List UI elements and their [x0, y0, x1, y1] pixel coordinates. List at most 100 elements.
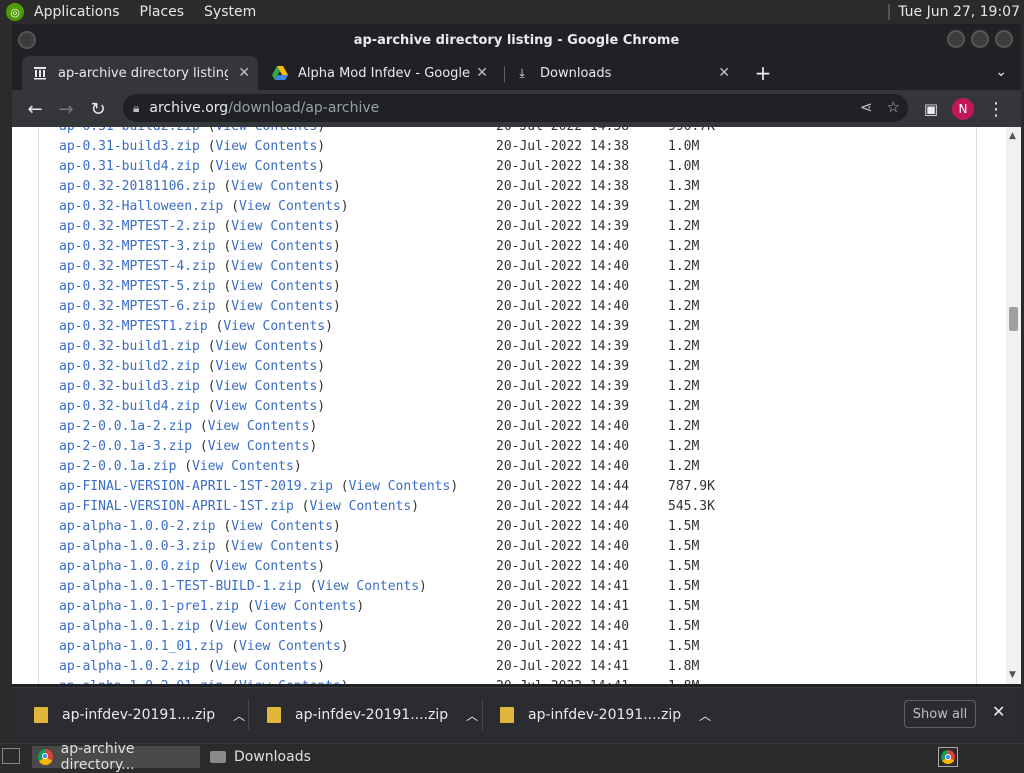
- window-menu-button[interactable]: [18, 31, 36, 49]
- file-link[interactable]: ap-0.32-MPTEST-5.zip: [59, 279, 216, 294]
- menu-places[interactable]: Places: [140, 4, 185, 20]
- view-contents-link[interactable]: View Contents: [216, 619, 318, 634]
- tab-close-icon[interactable]: ✕: [476, 65, 488, 81]
- clock[interactable]: Tue Jun 27, 19:07: [888, 0, 1020, 24]
- view-contents-link[interactable]: View Contents: [309, 499, 411, 514]
- view-contents-link[interactable]: View Contents: [349, 479, 451, 494]
- scroll-down-arrow-icon[interactable]: ▼: [1009, 670, 1016, 680]
- reload-button[interactable]: ↻: [87, 98, 109, 120]
- more-menu-icon[interactable]: ⋮: [985, 98, 1007, 120]
- file-link[interactable]: ap-alpha-1.0.1_01.zip: [59, 639, 223, 654]
- file-link[interactable]: ap-0.31-build2.zip: [59, 127, 200, 134]
- file-link[interactable]: ap-2-0.0.1a.zip: [59, 459, 176, 474]
- new-tab-button[interactable]: +: [752, 61, 774, 85]
- close-window-button[interactable]: [995, 30, 1013, 48]
- file-link[interactable]: ap-0.32-Halloween.zip: [59, 199, 223, 214]
- file-link[interactable]: ap-2-0.0.1a-3.zip: [59, 439, 192, 454]
- view-contents-link[interactable]: View Contents: [216, 159, 318, 174]
- view-contents-link[interactable]: View Contents: [216, 127, 318, 134]
- file-link[interactable]: ap-alpha-1.0.1-TEST-BUILD-1.zip: [59, 579, 302, 594]
- maximize-button[interactable]: [971, 30, 989, 48]
- view-contents-link[interactable]: View Contents: [231, 219, 333, 234]
- file-link[interactable]: ap-0.32-MPTEST-6.zip: [59, 299, 216, 314]
- scroll-up-arrow-icon[interactable]: ▲: [1009, 131, 1016, 141]
- back-button[interactable]: ←: [24, 98, 46, 120]
- show-desktop-icon[interactable]: [2, 748, 20, 764]
- file-link[interactable]: ap-alpha-1.0.0-3.zip: [59, 539, 216, 554]
- download-item[interactable]: ap-infdev-20191....zip ︿: [500, 701, 711, 729]
- chevron-up-icon[interactable]: ︿: [466, 707, 478, 724]
- file-link[interactable]: ap-alpha-1.0.2.zip: [59, 659, 200, 674]
- forward-button[interactable]: →: [55, 98, 77, 120]
- view-contents-link[interactable]: View Contents: [231, 519, 333, 534]
- view-contents-link[interactable]: View Contents: [317, 579, 419, 594]
- window-titlebar[interactable]: ap-archive directory listing - Google Ch…: [12, 24, 1021, 56]
- file-link[interactable]: ap-alpha-1.0.0.zip: [59, 559, 200, 574]
- view-contents-link[interactable]: View Contents: [231, 279, 333, 294]
- view-contents-link[interactable]: View Contents: [216, 339, 318, 354]
- tray-chrome-icon[interactable]: [938, 747, 958, 767]
- tab-search-chevron-icon[interactable]: ⌄: [995, 64, 1007, 80]
- file-link[interactable]: ap-0.31-build4.zip: [59, 159, 200, 174]
- file-link[interactable]: ap-0.32-MPTEST1.zip: [59, 319, 208, 334]
- file-link[interactable]: ap-0.32-build1.zip: [59, 339, 200, 354]
- view-contents-link[interactable]: View Contents: [231, 539, 333, 554]
- distro-logo-icon[interactable]: ◎: [6, 3, 24, 21]
- view-contents-link[interactable]: View Contents: [208, 419, 310, 434]
- view-contents-link[interactable]: View Contents: [231, 259, 333, 274]
- view-contents-link[interactable]: View Contents: [223, 319, 325, 334]
- file-link[interactable]: ap-0.32-MPTEST-3.zip: [59, 239, 216, 254]
- menu-applications[interactable]: Applications: [34, 4, 120, 20]
- view-contents-link[interactable]: View Contents: [239, 639, 341, 654]
- download-item[interactable]: ap-infdev-20191....zip ︿: [34, 701, 245, 729]
- view-contents-link[interactable]: View Contents: [231, 299, 333, 314]
- file-link[interactable]: ap-FINAL-VERSION-APRIL-1ST.zip: [59, 499, 294, 514]
- chevron-up-icon[interactable]: ︿: [233, 707, 245, 724]
- file-link[interactable]: ap-0.32-build2.zip: [59, 359, 200, 374]
- view-contents-link[interactable]: View Contents: [216, 399, 318, 414]
- show-all-downloads-button[interactable]: Show all: [904, 700, 976, 728]
- view-contents-link[interactable]: View Contents: [231, 239, 333, 254]
- tab-alpha-mod-infdev[interactable]: Alpha Mod Infdev - Google Dri ✕: [262, 56, 496, 90]
- tab-close-icon[interactable]: ✕: [238, 65, 250, 81]
- file-link[interactable]: ap-alpha-1.0.1.zip: [59, 619, 200, 634]
- view-contents-link[interactable]: View Contents: [208, 439, 310, 454]
- file-link[interactable]: ap-0.32-MPTEST-4.zip: [59, 259, 216, 274]
- tab-close-icon[interactable]: ✕: [718, 65, 730, 81]
- side-panel-icon[interactable]: ▣: [920, 98, 942, 120]
- view-contents-link[interactable]: View Contents: [216, 359, 318, 374]
- download-item[interactable]: ap-infdev-20191....zip ︿: [267, 701, 478, 729]
- file-link[interactable]: ap-0.32-MPTEST-2.zip: [59, 219, 216, 234]
- file-link[interactable]: ap-0.32-build3.zip: [59, 379, 200, 394]
- chevron-up-icon[interactable]: ︿: [699, 707, 711, 724]
- file-link[interactable]: ap-0.32-20181106.zip: [59, 179, 216, 194]
- file-link[interactable]: ap-alpha-1.0.0-2.zip: [59, 519, 216, 534]
- file-link[interactable]: ap-0.32-build4.zip: [59, 399, 200, 414]
- view-contents-link[interactable]: View Contents: [216, 139, 318, 154]
- address-bar[interactable]: 🔒︎ archive.org/download/ap-archive ⋖ ☆: [123, 94, 908, 122]
- view-contents-link[interactable]: View Contents: [239, 679, 341, 684]
- menu-system[interactable]: System: [204, 4, 256, 20]
- tab-ap-archive[interactable]: ap-archive directory listing ✕: [22, 56, 258, 90]
- file-link[interactable]: ap-alpha-1.0.2_01.zip: [59, 679, 223, 684]
- vertical-scrollbar[interactable]: ▲ ▼: [1006, 127, 1021, 684]
- lock-icon[interactable]: 🔒︎: [133, 101, 139, 116]
- file-link[interactable]: ap-FINAL-VERSION-APRIL-1ST-2019.zip: [59, 479, 333, 494]
- scrollbar-thumb[interactable]: [1009, 307, 1018, 331]
- bookmark-star-icon[interactable]: ☆: [887, 98, 900, 116]
- view-contents-link[interactable]: View Contents: [192, 459, 294, 474]
- view-contents-link[interactable]: View Contents: [216, 379, 318, 394]
- view-contents-link[interactable]: View Contents: [216, 559, 318, 574]
- share-icon[interactable]: ⋖: [860, 98, 873, 116]
- view-contents-link[interactable]: View Contents: [216, 659, 318, 674]
- profile-avatar[interactable]: N: [952, 98, 974, 120]
- view-contents-link[interactable]: View Contents: [255, 599, 357, 614]
- view-contents-link[interactable]: View Contents: [231, 179, 333, 194]
- taskbar-item-downloads[interactable]: Downloads: [204, 746, 394, 768]
- file-link[interactable]: ap-alpha-1.0.1-pre1.zip: [59, 599, 239, 614]
- taskbar-item-chrome[interactable]: ap-archive directory...: [32, 741, 200, 773]
- tab-downloads[interactable]: ⤓ Downloads ✕: [504, 56, 738, 90]
- minimize-button[interactable]: [947, 30, 965, 48]
- close-downloads-bar-icon[interactable]: ✕: [992, 702, 1005, 721]
- file-link[interactable]: ap-2-0.0.1a-2.zip: [59, 419, 192, 434]
